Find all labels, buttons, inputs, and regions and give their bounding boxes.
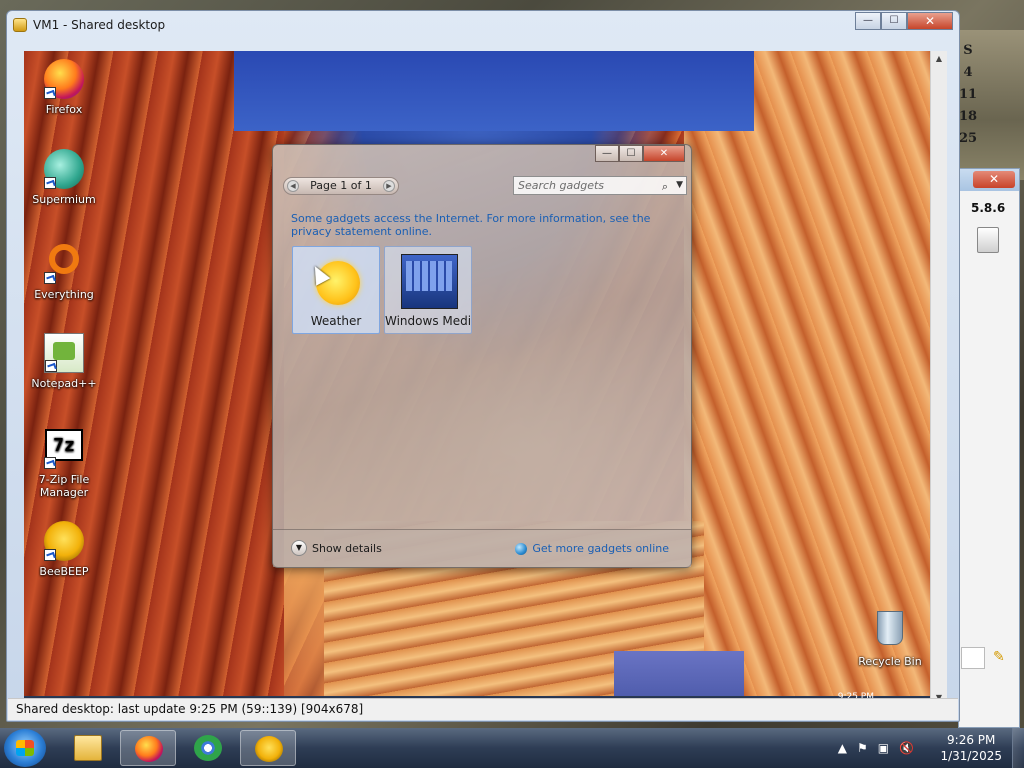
gadget-gallery-window[interactable]: — ☐ ✕ ◀ Page 1 of 1 ▶ Search gadgets ⌕ ▼… (272, 144, 692, 568)
host-side-window[interactable]: ✕ 5.8.6 ✎ (958, 168, 1020, 728)
gadget-name: Windows Media... (385, 314, 471, 328)
chevron-down-icon: ▼ (291, 540, 307, 556)
beebeep-icon (44, 521, 84, 561)
host-calendar-fragment: S 4 11 18 25 (958, 43, 978, 146)
wallpaper-rock-right (684, 51, 930, 706)
vm-window-title: VM1 - Shared desktop (33, 18, 166, 32)
taskbar-chrome-button[interactable] (180, 730, 236, 766)
network-icon[interactable]: ▣ (878, 741, 889, 755)
gadget-tile-weather[interactable]: Weather (292, 246, 380, 334)
desktop-icon-label: Notepad++ (31, 377, 97, 390)
firefox-icon (135, 736, 163, 762)
chrome-icon (194, 735, 222, 761)
status-bar: Shared desktop: last update 9:25 PM (59:… (8, 698, 958, 720)
supermium-icon (44, 149, 84, 189)
start-button[interactable] (4, 729, 46, 767)
shortcut-arrow-icon (44, 87, 56, 99)
gallery-maximize-button[interactable]: ☐ (619, 145, 643, 162)
host-taskbar: ▲ ⚑ ▣ 🔇 9:26 PM 1/31/2025 (0, 728, 1024, 768)
notepad-plus-plus-icon (44, 333, 84, 373)
desktop-icon-recycle-bin[interactable]: Recycle Bin (854, 609, 926, 668)
desktop-icon-label: BeeBEEP (39, 565, 89, 578)
gadget-name: Weather (310, 314, 362, 328)
everything-icon (44, 244, 84, 284)
desktop-icon-everything[interactable]: Everything (28, 239, 100, 301)
desktop-icon-label: Recycle Bin (858, 655, 922, 668)
gallery-footer: ▼ Show details Get more gadgets online (273, 529, 691, 567)
wallpaper-sky (234, 51, 754, 131)
windows-media-center-icon (401, 254, 458, 309)
desktop-icon-beebeep[interactable]: BeeBEEP (28, 521, 100, 578)
host-side-window-titlebar[interactable]: ✕ (959, 169, 1019, 191)
globe-icon (515, 542, 528, 555)
folder-icon (74, 735, 102, 761)
desktop-icon-7zip[interactable]: 7z 7-Zip File Manager (28, 429, 100, 499)
vm-window-controls: — ☐ ✕ (855, 12, 953, 30)
beebeep-icon (255, 736, 283, 762)
scroll-up-arrow-icon[interactable]: ▲ (931, 51, 947, 67)
trash-icon[interactable] (977, 227, 999, 253)
maximize-button[interactable]: ☐ (881, 12, 907, 30)
desktop-icon-notepad-plus-plus[interactable]: Notepad++ (28, 333, 100, 390)
show-details-label: Show details (312, 541, 382, 555)
page-label: Page 1 of 1 (310, 179, 372, 192)
previous-page-button[interactable]: ◀ (287, 180, 299, 192)
clock-date: 1/31/2025 (940, 749, 1002, 763)
shortcut-arrow-icon (44, 549, 56, 561)
host-side-input[interactable] (961, 647, 985, 669)
shortcut-arrow-icon (44, 272, 56, 284)
brush-icon[interactable]: ✎ (993, 649, 1005, 665)
shortcut-arrow-icon (44, 177, 56, 189)
firefox-icon (44, 59, 84, 99)
up-arrow-icon[interactable]: ▲ (838, 741, 847, 755)
shortcut-arrow-icon (44, 457, 56, 469)
shortcut-arrow-icon (45, 360, 57, 372)
desktop-icon-label: Supermium (32, 193, 96, 206)
vm-window[interactable]: VM1 - Shared desktop — ☐ ✕ Firefox Super… (6, 10, 960, 722)
get-more-label: Get more gadgets online (532, 542, 669, 555)
gallery-window-controls: — ☐ ✕ (595, 145, 685, 162)
page-navigator: ◀ Page 1 of 1 ▶ (283, 177, 399, 195)
remote-desktop-screen[interactable]: Firefox Supermium Everything Notepad++ 7… (24, 51, 930, 706)
desktop-icon-label: 7-Zip File Manager (38, 473, 90, 499)
desktop-icon-label: Everything (34, 288, 94, 301)
search-gadgets-input[interactable]: Search gadgets ⌕ ▼ (513, 176, 687, 195)
show-desktop-button[interactable] (1012, 728, 1024, 768)
recycle-bin-icon (870, 611, 910, 651)
taskbar-beebeep-button[interactable] (240, 730, 296, 766)
gallery-close-button[interactable]: ✕ (643, 145, 685, 162)
vm-app-icon (13, 18, 27, 32)
close-button[interactable]: ✕ (907, 12, 953, 30)
taskbar-firefox-button[interactable] (120, 730, 176, 766)
vertical-scrollbar[interactable]: ▲ ▼ (930, 51, 947, 706)
host-side-window-close-button[interactable]: ✕ (973, 171, 1015, 188)
desktop-icon-label: Firefox (45, 103, 83, 116)
version-label: 5.8.6 (971, 201, 1006, 215)
search-icon[interactable]: ⌕ (662, 178, 668, 195)
taskbar-clock[interactable]: 9:26 PM 1/31/2025 (940, 732, 1002, 764)
clock-time: 9:26 PM (947, 733, 996, 747)
search-placeholder: Search gadgets (518, 179, 605, 192)
next-page-button[interactable]: ▶ (383, 180, 395, 192)
7zip-icon: 7z (44, 429, 84, 469)
gallery-minimize-button[interactable]: — (595, 145, 619, 162)
desktop-icon-supermium[interactable]: Supermium (28, 149, 100, 206)
get-more-gadgets-link[interactable]: Get more gadgets online (515, 542, 669, 555)
system-tray: ▲ ⚑ ▣ 🔇 (838, 741, 914, 755)
taskbar-explorer-button[interactable] (60, 730, 116, 766)
gadget-tile-windows-media-center[interactable]: Windows Media... (384, 246, 472, 334)
show-details-button[interactable]: ▼ Show details (291, 540, 382, 556)
minimize-button[interactable]: — (855, 12, 881, 30)
flag-icon[interactable]: ⚑ (857, 741, 868, 755)
volume-muted-icon[interactable]: 🔇 (899, 741, 914, 755)
vm-window-titlebar[interactable]: VM1 - Shared desktop (13, 15, 165, 35)
privacy-statement-link[interactable]: Some gadgets access the Internet. For mo… (291, 212, 651, 238)
desktop-icon-firefox[interactable]: Firefox (28, 59, 100, 116)
chevron-down-icon[interactable]: ▼ (676, 177, 683, 194)
